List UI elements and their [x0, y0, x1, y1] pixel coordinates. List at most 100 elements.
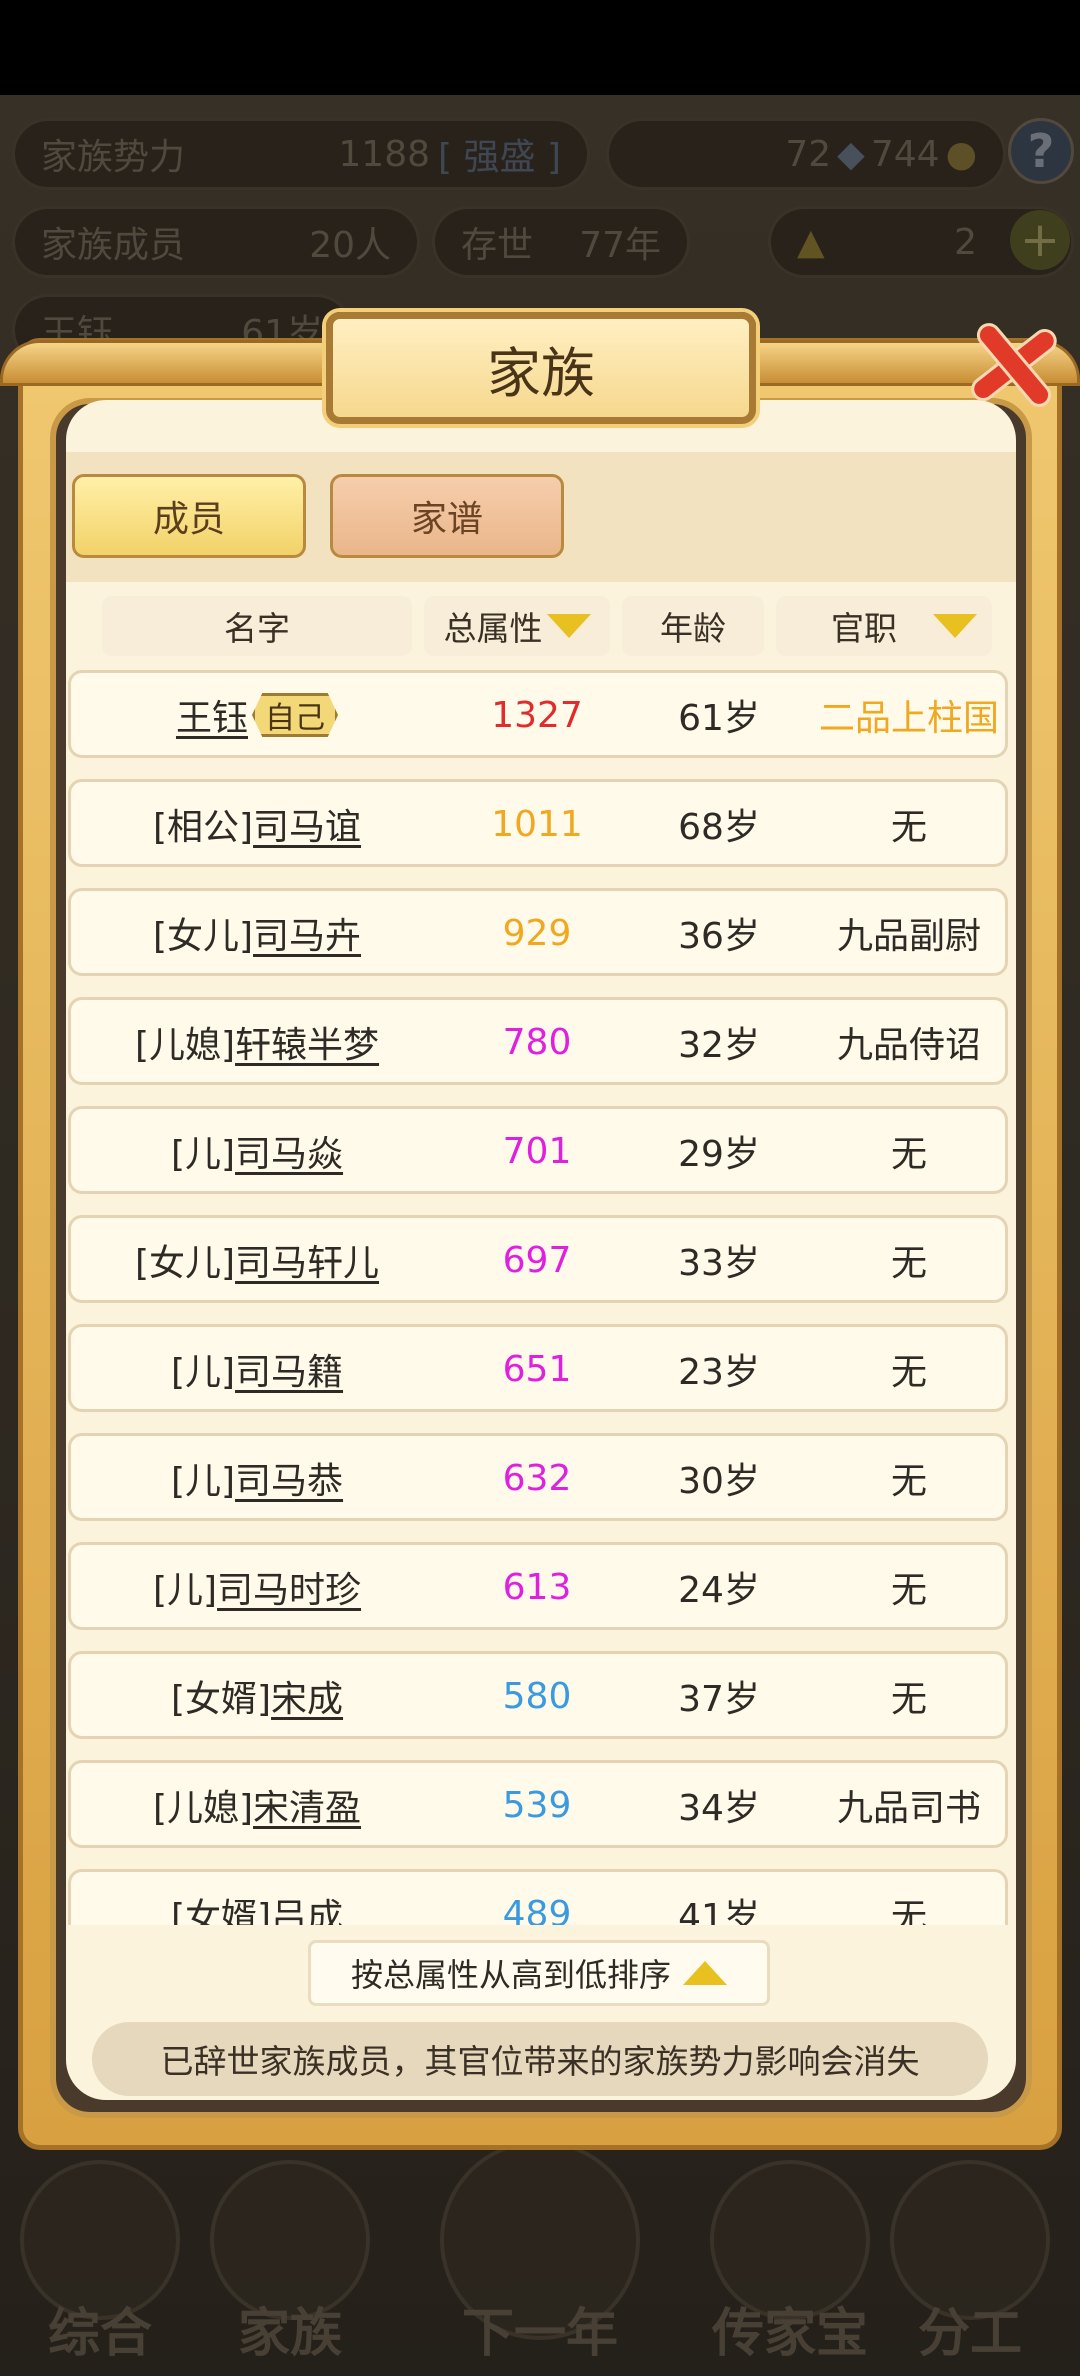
member-name-link[interactable]: 宋清盈 [253, 1779, 361, 1831]
member-total-attr: 1011 [491, 803, 583, 845]
member-row[interactable]: [女婿] 宋成 580 37岁 无 [68, 1651, 1008, 1739]
member-total-attr: 580 [502, 1675, 572, 1717]
member-total-attr: 701 [502, 1130, 572, 1172]
column-header-age: 年龄 [622, 596, 764, 656]
member-row[interactable]: [儿媳] 宋清盈 539 34岁 九品司书 [68, 1760, 1008, 1848]
member-office: 二品上柱国 [818, 698, 999, 739]
member-relation: [儿] [170, 1134, 236, 1175]
member-name-cell: [女婿] 宋成 [71, 1654, 443, 1738]
member-name-link[interactable]: 司马籍 [235, 1343, 343, 1395]
column-header-name: 名字 [102, 596, 412, 656]
member-row[interactable]: [儿] 司马恭 632 30岁 无 [68, 1433, 1008, 1521]
member-name-cell: [儿媳] 宋清盈 [71, 1763, 443, 1847]
member-name-link[interactable]: 司马时珍 [217, 1561, 361, 1613]
member-total-attr: 1327 [491, 694, 583, 736]
member-age: 24岁 [678, 1570, 760, 1611]
member-relation: [相公] [152, 807, 254, 848]
member-age: 68岁 [678, 807, 760, 848]
member-name-cell: [女儿] 司马轩儿 [71, 1218, 443, 1302]
filter-dropdown-icon [933, 614, 977, 638]
member-row[interactable]: [儿] 司马时珍 613 24岁 无 [68, 1542, 1008, 1630]
member-name-cell: [儿] 司马焱 [71, 1109, 443, 1193]
member-total-attr: 651 [502, 1348, 572, 1390]
member-name-cell: [女儿] 司马卉 [71, 891, 443, 975]
member-name-link[interactable]: 司马谊 [253, 798, 361, 850]
member-age: 23岁 [678, 1352, 760, 1393]
member-relation: [女儿] [134, 1243, 236, 1284]
column-header-name-label: 名字 [224, 609, 290, 648]
member-office: 九品侍诏 [836, 1025, 981, 1066]
member-row[interactable]: [相公] 司马谊 1011 68岁 无 [68, 779, 1008, 867]
member-relation: [女婿] [170, 1897, 272, 1925]
column-header-age-label: 年龄 [660, 609, 726, 648]
member-name-link[interactable]: 宋成 [271, 1670, 343, 1722]
member-age: 33岁 [678, 1243, 760, 1284]
member-office: 无 [890, 1897, 927, 1925]
member-name-link[interactable]: 轩辕半梦 [235, 1016, 379, 1068]
member-office: 九品副尉 [836, 916, 981, 957]
member-age: 37岁 [678, 1679, 760, 1720]
member-relation: [儿] [170, 1461, 236, 1502]
column-header-attr[interactable]: 总属性 [424, 596, 610, 656]
member-row[interactable]: 王钰 自己 1327 61岁 二品上柱国 [68, 670, 1008, 758]
member-relation: [女儿] [152, 916, 254, 957]
deceased-notice: 已辞世家族成员，其官位带来的家族势力影响会消失 [92, 2022, 988, 2096]
member-name-link[interactable]: 吕成 [271, 1888, 343, 1925]
column-header-office-label: 官职 [831, 609, 897, 648]
member-office: 无 [890, 1679, 927, 1720]
member-office: 无 [890, 1134, 927, 1175]
member-age: 34岁 [678, 1788, 760, 1829]
member-age: 32岁 [678, 1025, 760, 1066]
dialog-title: 家族 [326, 312, 756, 424]
sort-order-label: 按总属性从高到低排序 [350, 1956, 671, 1994]
member-name-cell: [儿] 司马恭 [71, 1436, 443, 1520]
member-list[interactable]: 王钰 自己 1327 61岁 二品上柱国 [相公] 司马谊 1011 68岁无 [女儿] 司马卉 92… [68, 670, 1010, 1925]
member-row[interactable]: [女儿] 司马轩儿 697 33岁 无 [68, 1215, 1008, 1303]
member-total-attr: 613 [502, 1566, 572, 1608]
tab-members[interactable]: 成员 [72, 474, 306, 558]
member-age: 30岁 [678, 1461, 760, 1502]
tab-family-tree[interactable]: 家谱 [330, 474, 564, 558]
member-office: 无 [890, 1461, 927, 1502]
member-row[interactable]: [儿] 司马籍 651 23岁 无 [68, 1324, 1008, 1412]
sort-order-button[interactable]: 按总属性从高到低排序 [308, 1940, 770, 2006]
member-office: 无 [890, 1352, 927, 1393]
member-relation: [儿媳] [152, 1788, 254, 1829]
member-name-link[interactable]: 司马卉 [253, 907, 361, 959]
member-name-cell: [儿] 司马籍 [71, 1327, 443, 1411]
member-office: 无 [890, 807, 927, 848]
member-age: 61岁 [678, 698, 760, 739]
member-total-attr: 632 [502, 1457, 572, 1499]
member-total-attr: 539 [502, 1784, 572, 1826]
member-row[interactable]: [女儿] 司马卉 929 36岁 九品副尉 [68, 888, 1008, 976]
dialog-left-wing [0, 340, 340, 386]
member-name-cell: [儿媳] 轩辕半梦 [71, 1000, 443, 1084]
member-row[interactable]: [女婿] 吕成 489 41岁 无 [68, 1869, 1008, 1925]
member-total-attr: 929 [502, 912, 572, 954]
status-bar [0, 0, 1080, 95]
close-button[interactable] [960, 312, 1064, 416]
member-name-link[interactable]: 司马焱 [235, 1125, 343, 1177]
member-age: 36岁 [678, 916, 760, 957]
member-relation: [女婿] [170, 1679, 272, 1720]
member-row[interactable]: [儿] 司马焱 701 29岁 无 [68, 1106, 1008, 1194]
sort-desc-icon [546, 614, 591, 638]
member-name-cell: [儿] 司马时珍 [71, 1545, 443, 1629]
member-total-attr: 697 [502, 1239, 572, 1281]
member-age: 41岁 [678, 1897, 760, 1925]
member-name-cell: [相公] 司马谊 [71, 782, 443, 866]
column-header-attr-label: 总属性 [443, 609, 543, 648]
member-total-attr: 489 [502, 1893, 572, 1926]
member-name-link[interactable]: 王钰 [176, 689, 248, 741]
member-name-link[interactable]: 司马恭 [235, 1452, 343, 1504]
column-header-office[interactable]: 官职 [776, 596, 992, 656]
member-row[interactable]: [儿媳] 轩辕半梦 780 32岁 九品侍诏 [68, 997, 1008, 1085]
member-relation: [儿媳] [134, 1025, 236, 1066]
member-relation: [儿] [152, 1570, 218, 1611]
member-office: 无 [890, 1570, 927, 1611]
member-age: 29岁 [678, 1134, 760, 1175]
member-office: 无 [890, 1243, 927, 1284]
member-name-link[interactable]: 司马轩儿 [235, 1234, 379, 1286]
member-relation: [儿] [170, 1352, 236, 1393]
member-name-cell: [女婿] 吕成 [71, 1872, 443, 1925]
